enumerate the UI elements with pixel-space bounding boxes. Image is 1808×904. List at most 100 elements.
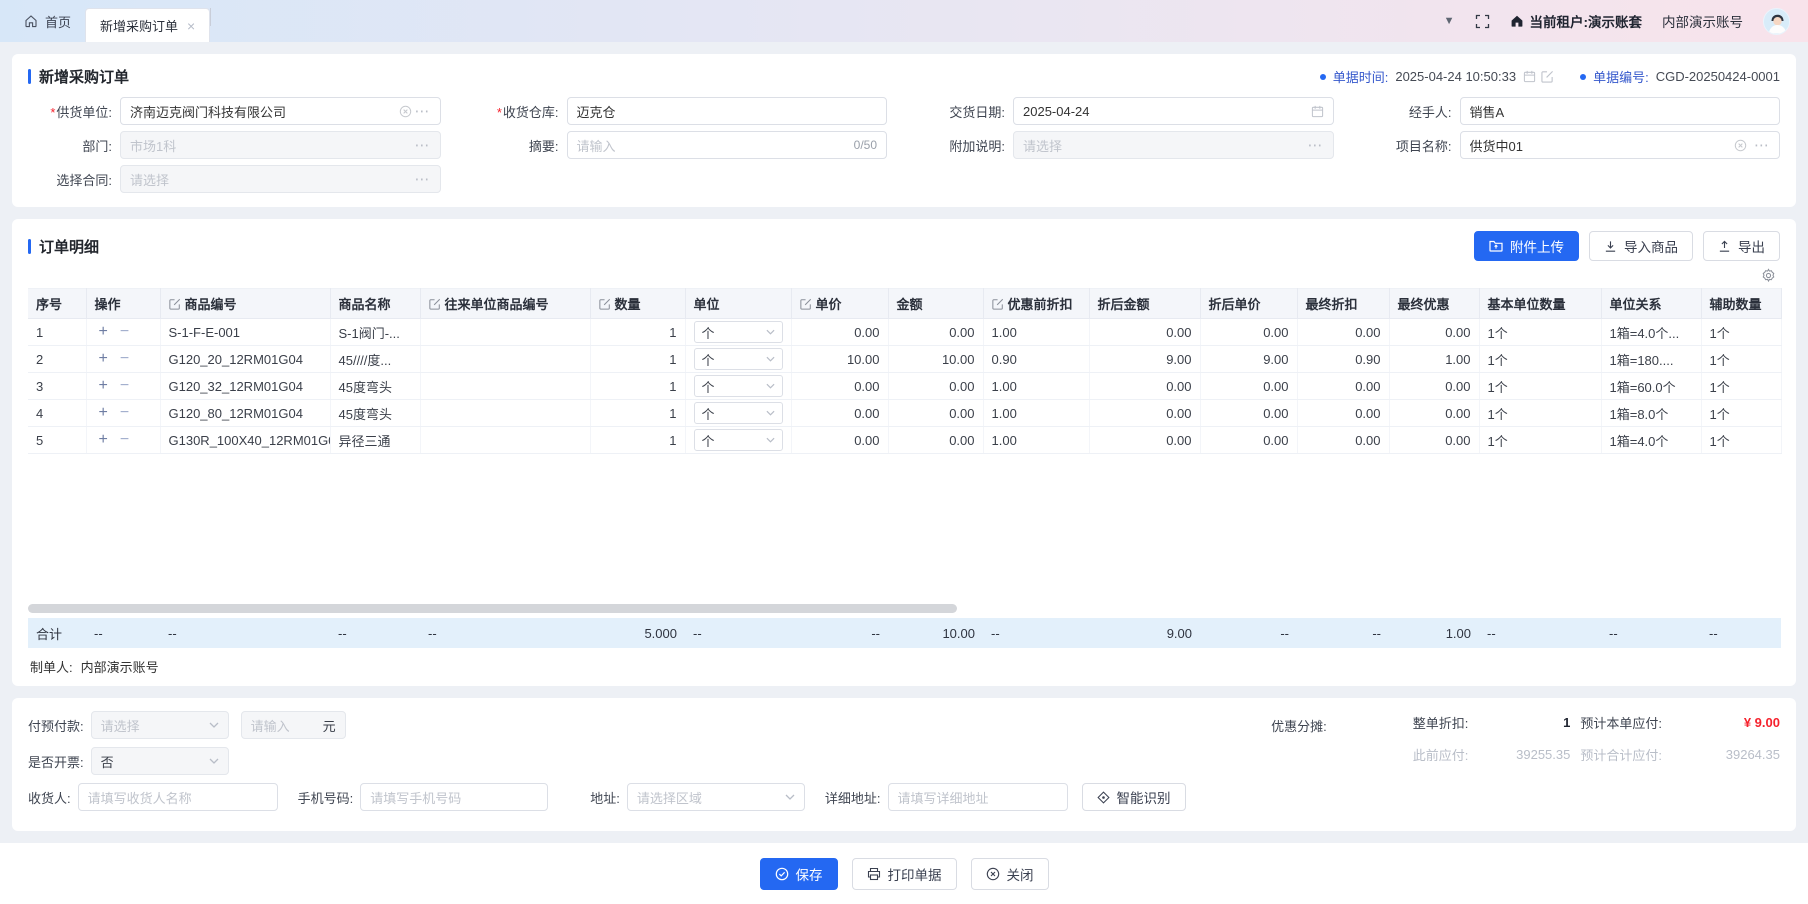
detail-section-title: 订单明细 xyxy=(28,236,99,257)
print-button[interactable]: 打印单据 xyxy=(852,858,957,890)
chevron-down-icon[interactable]: ▼ xyxy=(1444,15,1455,27)
gear-icon[interactable] xyxy=(1761,268,1776,283)
import-products-button[interactable]: 导入商品 xyxy=(1589,231,1693,261)
account-menu[interactable]: 内部演示账号 xyxy=(1662,11,1743,31)
edit-icon[interactable] xyxy=(1541,70,1554,83)
add-row-button[interactable]: + xyxy=(99,431,108,448)
handler-input[interactable]: 销售A xyxy=(1460,97,1781,125)
more-icon[interactable]: ⋯ xyxy=(415,172,431,187)
address-select[interactable]: 请选择区域 xyxy=(627,783,805,811)
total-cell: -- xyxy=(1297,618,1389,648)
home-icon xyxy=(24,14,38,28)
cell: 0.00 xyxy=(1200,319,1297,346)
add-row-button[interactable]: + xyxy=(99,377,108,394)
warehouse-input[interactable]: 迈克仓 xyxy=(567,97,888,125)
cell: 2 xyxy=(28,346,86,373)
clear-icon[interactable] xyxy=(1734,139,1747,152)
scrollbar-thumb[interactable] xyxy=(28,604,957,613)
avatar[interactable] xyxy=(1763,8,1790,35)
add-row-button[interactable]: + xyxy=(99,323,108,340)
calendar-icon[interactable] xyxy=(1523,70,1536,83)
prepay-label: 付预付款: xyxy=(28,716,84,735)
total-cell: -- xyxy=(86,618,160,648)
cell: 45度弯头 xyxy=(330,373,420,400)
cell: 0.00 xyxy=(791,373,888,400)
remove-row-button[interactable]: − xyxy=(120,431,129,448)
delivery-date-input[interactable]: 2025-04-24 xyxy=(1013,97,1334,125)
cell: 1箱=4.0个 xyxy=(1601,427,1701,454)
cell: 3 xyxy=(28,373,86,400)
tab-new-purchase-order[interactable]: 新增采购订单 × xyxy=(85,8,210,42)
attachment-upload-button[interactable]: 附件上传 xyxy=(1474,231,1579,261)
phone-label: 手机号码: xyxy=(298,788,354,807)
fullscreen-icon[interactable] xyxy=(1475,14,1490,29)
tab-close-icon[interactable]: × xyxy=(187,18,195,34)
edit-icon xyxy=(429,298,441,310)
total-table: 合计--------5.000----10.00--9.00----1.00--… xyxy=(28,618,1781,648)
remove-row-button[interactable]: − xyxy=(120,404,129,421)
cell: 0.00 xyxy=(791,319,888,346)
invoice-select[interactable]: 否 xyxy=(91,747,229,775)
cell: 0.00 xyxy=(888,373,983,400)
more-icon[interactable]: ⋯ xyxy=(415,104,431,119)
cell: 1 xyxy=(590,319,685,346)
detail-table: 序号操作商品编号商品名称往来单位商品编号数量单位单价金额优惠前折扣折后金额折后单… xyxy=(28,288,1782,454)
close-button[interactable]: 关闭 xyxy=(971,858,1049,890)
more-icon[interactable]: ⋯ xyxy=(415,138,431,153)
save-button[interactable]: 保存 xyxy=(760,858,838,890)
column-header: 最终折扣 xyxy=(1297,289,1389,319)
column-header: 商品名称 xyxy=(330,289,420,319)
column-header: 辅助数量 xyxy=(1701,289,1781,319)
detail-address-input[interactable]: 请填写详细地址 xyxy=(888,783,1068,811)
project-input[interactable]: 供货中01 ⋯ xyxy=(1460,131,1781,159)
whole-order-discount-label: 整单折扣: xyxy=(1413,713,1469,732)
summary-input[interactable]: 请输入 0/50 xyxy=(567,131,888,159)
edit-icon xyxy=(599,298,611,310)
prepay-select[interactable]: 请选择 xyxy=(91,711,229,739)
more-icon[interactable]: ⋯ xyxy=(1754,138,1770,153)
smart-recognition-button[interactable]: 智能识别 xyxy=(1082,783,1186,811)
tab-home[interactable]: 首页 xyxy=(10,0,85,42)
export-button[interactable]: 导出 xyxy=(1703,231,1780,261)
cell: 0.00 xyxy=(888,319,983,346)
contract-input[interactable]: 请选择 ⋯ xyxy=(120,165,441,193)
unit-select[interactable]: 个 xyxy=(694,348,783,370)
home-solid-icon xyxy=(1510,14,1524,28)
table-row: 4+−G120_80_12RM01G0445度弯头1个0.000.001.000… xyxy=(28,400,1781,427)
unit-select[interactable]: 个 xyxy=(694,375,783,397)
unit-select[interactable]: 个 xyxy=(694,321,783,343)
calendar-icon[interactable] xyxy=(1311,105,1324,118)
receiver-input[interactable]: 请填写收货人名称 xyxy=(78,783,278,811)
total-cell: 10.00 xyxy=(888,618,983,648)
column-header: 金额 xyxy=(888,289,983,319)
maker-info: 制单人:内部演示账号 xyxy=(28,657,1780,676)
cell: 1 xyxy=(28,319,86,346)
unit-select[interactable]: 个 xyxy=(694,429,783,451)
cell: G120_32_12RM01G04 xyxy=(160,373,330,400)
phone-input[interactable]: 请填写手机号码 xyxy=(360,783,548,811)
total-cell: 9.00 xyxy=(1089,618,1200,648)
add-row-button[interactable]: + xyxy=(99,350,108,367)
chevron-down-icon xyxy=(766,329,775,335)
department-input[interactable]: 市场1科 ⋯ xyxy=(120,131,441,159)
supplier-input[interactable]: 济南迈克阀门科技有限公司 ⋯ xyxy=(120,97,441,125)
prepay-amount-input[interactable]: 请输入 元 xyxy=(241,711,346,739)
required-marker: * xyxy=(497,105,502,120)
unit-select[interactable]: 个 xyxy=(694,402,783,424)
more-icon[interactable]: ⋯ xyxy=(1308,138,1324,153)
remove-row-button[interactable]: − xyxy=(120,350,129,367)
total-cell: -- xyxy=(420,618,590,648)
payment-summary: 优惠分摊: 整单折扣: 1 预计本单应付: ¥ 9.00 此前应付: 39255… xyxy=(1271,713,1780,764)
add-row-button[interactable]: + xyxy=(99,404,108,421)
table-header-row: 序号操作商品编号商品名称往来单位商品编号数量单位单价金额优惠前折扣折后金额折后单… xyxy=(28,289,1781,319)
cell: 45////度... xyxy=(330,346,420,373)
extra-note-input[interactable]: 请选择 ⋯ xyxy=(1013,131,1334,159)
remove-row-button[interactable]: − xyxy=(120,377,129,394)
cell: 9.00 xyxy=(1200,346,1297,373)
remove-row-button[interactable]: − xyxy=(120,323,129,340)
required-marker: * xyxy=(50,105,55,120)
clear-icon[interactable] xyxy=(399,105,412,118)
chevron-down-icon xyxy=(209,722,219,728)
cell: 0.00 xyxy=(1089,427,1200,454)
total-payable-value: 39264.35 xyxy=(1672,747,1780,762)
